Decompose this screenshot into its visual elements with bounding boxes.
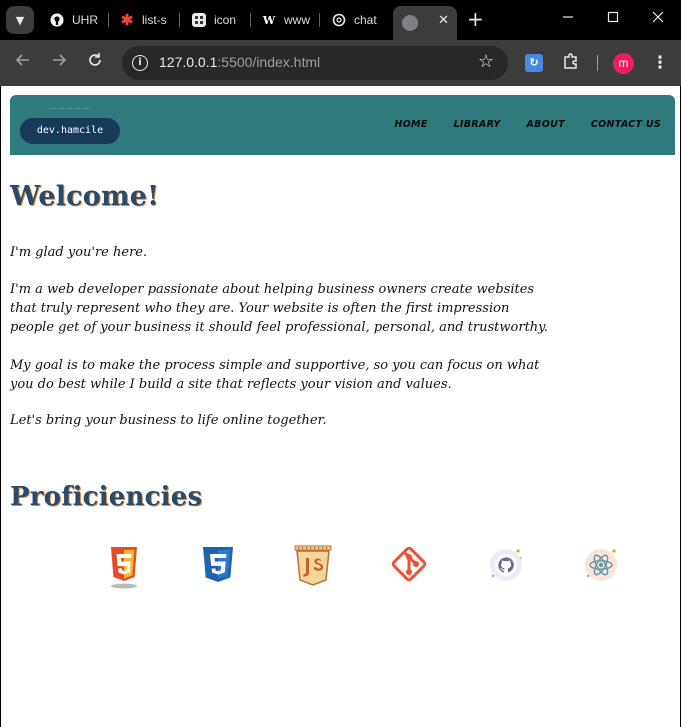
site-logo[interactable]: dev.hamcile bbox=[20, 108, 120, 144]
tab-search-button[interactable]: ▼ bbox=[6, 6, 34, 34]
address-bar[interactable]: i 127.0.0.1:5500/index.html ☆ bbox=[122, 46, 508, 80]
skills-row bbox=[1, 544, 681, 594]
site-header: dev.hamcile HOME LIBRARY ABOUT CONTACT U… bbox=[10, 95, 675, 155]
github-icon bbox=[485, 544, 529, 590]
site-info-icon[interactable]: i bbox=[132, 55, 148, 71]
intro-paragraph: I'm glad you're here. bbox=[10, 245, 148, 260]
globe-icon bbox=[402, 15, 418, 31]
nav-contact-us[interactable]: CONTACT US bbox=[591, 119, 661, 130]
css3-icon bbox=[196, 544, 240, 590]
nav-library[interactable]: LIBRARY bbox=[454, 119, 501, 130]
browser-menu-icon[interactable]: ⋮ bbox=[650, 52, 670, 74]
tab-chat[interactable]: chat bbox=[332, 6, 380, 34]
reload-icon bbox=[89, 53, 101, 66]
about-paragraph: I'm a web developer passionate about hel… bbox=[10, 282, 548, 335]
extension-sync-icon[interactable]: ↻ bbox=[525, 54, 543, 72]
asterisk-icon: ✱ bbox=[120, 12, 134, 29]
back-button[interactable] bbox=[11, 51, 35, 75]
tab-separator bbox=[108, 13, 109, 27]
profile-avatar[interactable]: m bbox=[613, 53, 634, 74]
arrow-left-icon bbox=[15, 54, 29, 66]
bookmark-star-icon[interactable]: ☆ bbox=[478, 52, 494, 72]
tab-strip: ▼ UHR ✱ list-s icon W www chat ✕ + bbox=[0, 0, 681, 40]
forward-button[interactable] bbox=[47, 51, 71, 75]
tab-www[interactable]: W www bbox=[262, 6, 310, 34]
git-icon bbox=[387, 544, 431, 590]
goal-paragraph: My goal is to make the process simple an… bbox=[10, 358, 540, 392]
close-tab-icon[interactable]: ✕ bbox=[438, 14, 449, 28]
welcome-heading: Welcome! bbox=[10, 181, 160, 212]
site-nav: HOME LIBRARY ABOUT CONTACT US bbox=[368, 119, 661, 130]
tab-separator bbox=[179, 13, 180, 27]
proficiencies-heading: Proficiencies bbox=[10, 482, 203, 512]
nav-home[interactable]: HOME bbox=[394, 119, 427, 130]
react-icon bbox=[580, 544, 624, 590]
grid-icon bbox=[192, 13, 206, 27]
toolbar-divider bbox=[597, 55, 598, 71]
tab-separator bbox=[319, 13, 320, 27]
nav-about[interactable]: ABOUT bbox=[527, 119, 565, 130]
new-tab-button[interactable]: + bbox=[467, 8, 484, 30]
tab-separator bbox=[250, 13, 251, 27]
extensions-puzzle-icon[interactable] bbox=[560, 52, 582, 74]
tab-list[interactable]: ✱ list-s bbox=[120, 6, 170, 34]
close-window-button[interactable] bbox=[643, 9, 673, 29]
openai-icon bbox=[332, 13, 346, 27]
javascript-icon bbox=[291, 544, 335, 590]
arrow-right-icon bbox=[53, 54, 67, 66]
maximize-window-button[interactable] bbox=[598, 9, 628, 29]
html5-icon bbox=[102, 544, 146, 590]
page-viewport: dev.hamcile HOME LIBRARY ABOUT CONTACT U… bbox=[0, 86, 681, 727]
chevron-down-icon: ▼ bbox=[15, 13, 25, 27]
github-icon bbox=[50, 13, 64, 27]
url-text[interactable]: 127.0.0.1:5500/index.html bbox=[159, 54, 320, 70]
w-icon: W bbox=[262, 13, 276, 27]
cta-paragraph: Let's bring your business to life online… bbox=[10, 413, 327, 428]
tab-icon[interactable]: icon bbox=[192, 6, 238, 34]
reload-button[interactable] bbox=[83, 51, 107, 75]
minimize-window-button[interactable] bbox=[553, 9, 583, 29]
tab-active[interactable]: ✕ bbox=[393, 6, 457, 40]
tab-uhr[interactable]: UHR bbox=[50, 6, 100, 34]
